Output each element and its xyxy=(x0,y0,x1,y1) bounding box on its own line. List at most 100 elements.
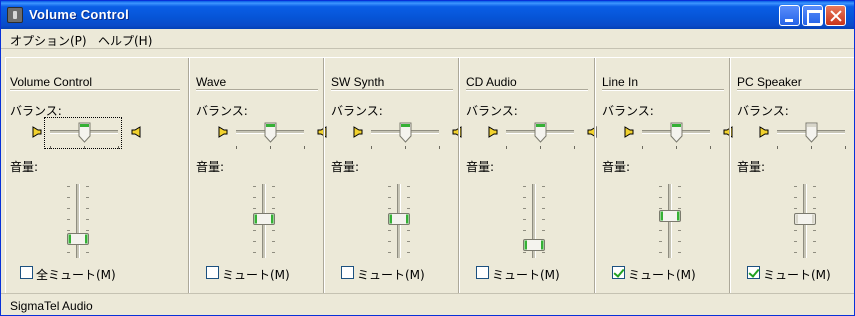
volume-label: 音量: xyxy=(196,160,225,174)
mute-checkbox-box[interactable] xyxy=(747,266,760,279)
menu-bar: オプション(P) ヘルプ(H) xyxy=(1,29,854,49)
maximize-button[interactable] xyxy=(802,5,823,26)
volume-tick xyxy=(253,230,256,231)
volume-track[interactable] xyxy=(76,184,80,258)
balance-label: バランス: xyxy=(331,104,383,118)
channel-divider xyxy=(466,89,588,91)
balance-tick xyxy=(710,146,711,149)
minimize-button[interactable] xyxy=(779,5,800,26)
volume-tick xyxy=(86,208,89,209)
volume-tick xyxy=(407,230,410,231)
volume-label: 音量: xyxy=(331,160,360,174)
status-text: SigmaTel Audio xyxy=(10,299,93,313)
volume-slider-thumb[interactable] xyxy=(659,209,681,222)
volume-tick xyxy=(523,208,526,209)
speaker-right-icon xyxy=(722,125,733,139)
focus-rectangle xyxy=(44,117,122,149)
balance-slider-thumb[interactable] xyxy=(805,122,818,143)
title-bar[interactable]: Volume Control xyxy=(1,1,854,29)
volume-tick xyxy=(86,197,89,198)
mute-checkbox-box[interactable] xyxy=(20,266,33,279)
mute-label: ミュート(M) xyxy=(628,268,696,282)
volume-slider-thumb[interactable] xyxy=(388,213,410,225)
volume-tick xyxy=(272,230,275,231)
volume-slider-thumb[interactable] xyxy=(794,213,816,225)
channel-divider xyxy=(602,89,724,91)
close-button[interactable] xyxy=(825,5,846,26)
volume-tick xyxy=(86,186,89,187)
volume-label: 音量: xyxy=(10,160,39,174)
volume-tick xyxy=(794,208,797,209)
mute-label: ミュート(M) xyxy=(763,268,831,282)
balance-tick xyxy=(845,146,846,149)
balance-slider-thumb[interactable] xyxy=(670,122,683,143)
channel-separator xyxy=(458,58,460,294)
volume-tick xyxy=(542,208,545,209)
volume-tick xyxy=(813,252,816,253)
volume-tick xyxy=(659,252,662,253)
volume-tick xyxy=(253,208,256,209)
balance-tick xyxy=(270,146,271,149)
channel-divider xyxy=(737,89,854,91)
volume-tick xyxy=(678,230,681,231)
balance-slider-thumb[interactable] xyxy=(534,122,547,143)
volume-tick xyxy=(813,197,816,198)
volume-slider-thumb[interactable] xyxy=(67,232,89,245)
channel-pc-speaker: PC Speaker バランス: 音量: ミュート(M) xyxy=(737,58,854,294)
volume-tick xyxy=(86,219,89,220)
mute-checkbox-box[interactable] xyxy=(612,266,625,279)
balance-tick xyxy=(371,146,372,149)
volume-tick xyxy=(272,186,275,187)
channel-wave: Wave バランス: 音量: ミュート(M) xyxy=(196,58,327,294)
balance-tick xyxy=(811,146,812,149)
volume-tick xyxy=(542,219,545,220)
volume-tick xyxy=(794,252,797,253)
balance-slider-thumb[interactable] xyxy=(264,122,277,143)
speaker-right-icon xyxy=(316,125,327,139)
channel-cd-audio: CD Audio バランス: 音量: ミュート(M) xyxy=(466,58,597,294)
volume-slider-thumb[interactable] xyxy=(253,213,275,225)
volume-label: 音量: xyxy=(466,160,495,174)
mute-checkbox-box[interactable] xyxy=(206,266,219,279)
channel-name: Wave xyxy=(196,75,227,89)
volume-tick xyxy=(253,241,256,242)
balance-label: バランス: xyxy=(737,104,789,118)
mixer-panel: Volume Control バランス: 音量: 全ミュート(M) Wave バランス: 音… xyxy=(5,57,854,294)
mute-checkbox-box[interactable] xyxy=(341,266,354,279)
volume-tick xyxy=(407,208,410,209)
mute-label: ミュート(M) xyxy=(222,268,290,282)
status-bar: SigmaTel Audio xyxy=(1,293,854,315)
volume-tick xyxy=(813,230,816,231)
mute-label: 全ミュート(M) xyxy=(36,268,116,282)
channel-divider xyxy=(10,89,180,91)
menu-options[interactable]: オプション(P) xyxy=(10,32,87,49)
balance-tick xyxy=(304,146,305,149)
volume-tick xyxy=(407,186,410,187)
balance-tick xyxy=(439,146,440,149)
volume-tick xyxy=(407,241,410,242)
channel-line-in: Line In バランス: 音量: ミュート(M) xyxy=(602,58,733,294)
volume-control-window: Volume Control オプション(P) ヘルプ(H) Volume Co… xyxy=(0,0,855,316)
balance-label: バランス: xyxy=(602,104,654,118)
volume-tick xyxy=(86,230,89,231)
mute-label: ミュート(M) xyxy=(492,268,560,282)
balance-slider-thumb[interactable] xyxy=(399,122,412,143)
volume-tick xyxy=(388,252,391,253)
channel-name: PC Speaker xyxy=(737,75,802,89)
mute-checkbox-box[interactable] xyxy=(476,266,489,279)
volume-tick xyxy=(388,186,391,187)
app-icon[interactable] xyxy=(7,7,23,23)
channel-name: SW Synth xyxy=(331,75,385,89)
volume-label: 音量: xyxy=(737,160,766,174)
speaker-left-icon xyxy=(624,125,635,139)
volume-tick xyxy=(272,208,275,209)
volume-tick xyxy=(523,219,526,220)
volume-tick xyxy=(794,186,797,187)
volume-slider-thumb[interactable] xyxy=(523,239,545,252)
volume-tick xyxy=(388,230,391,231)
volume-tick xyxy=(813,186,816,187)
menu-help[interactable]: ヘルプ(H) xyxy=(98,32,152,49)
channel-volume-control: Volume Control バランス: 音量: 全ミュート(M) xyxy=(10,58,186,294)
channel-divider xyxy=(196,89,318,91)
volume-tick xyxy=(659,197,662,198)
